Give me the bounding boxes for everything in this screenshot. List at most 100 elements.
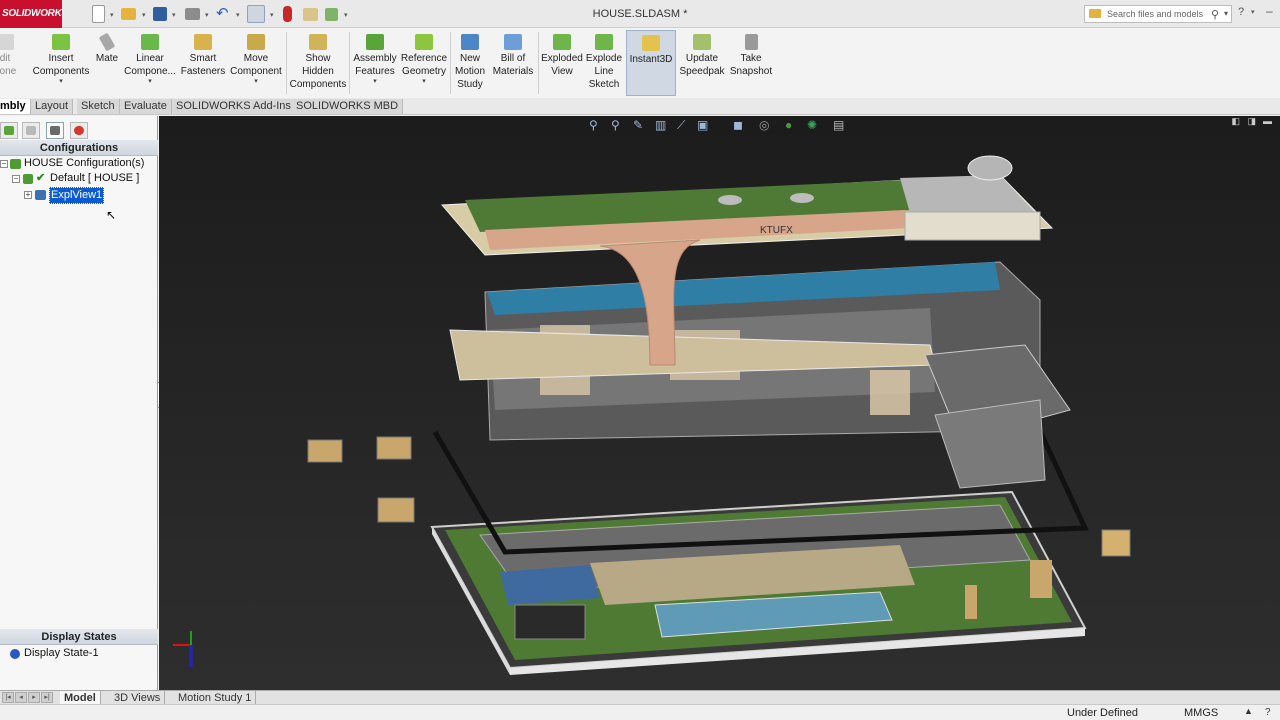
show-hidden-label: Show Hidden Components (289, 53, 347, 90)
open-dropdown-icon[interactable]: ▾ (142, 11, 146, 19)
undo-dropdown-icon[interactable]: ▾ (236, 11, 240, 19)
status-bar: Under Defined MMGS ▲ ? (0, 704, 1280, 720)
options-icon[interactable] (325, 8, 338, 21)
new-motion-study-label: New Motion Study (454, 53, 485, 90)
select-arrow-icon[interactable] (247, 5, 265, 23)
save-dropdown-icon[interactable]: ▾ (172, 11, 176, 19)
assembly-features-button[interactable]: Assembly Features ▾ (351, 30, 399, 96)
save-icon[interactable] (153, 7, 167, 21)
options-dropdown-icon[interactable]: ▾ (344, 11, 348, 19)
solidworks-window: SOLIDWORKS ▾ ▾ ▾ ▾ ↶ ▾ ▾ ▾ HOUSE.SLDASM … (0, 0, 1280, 720)
first-tab-icon[interactable]: |◂ (2, 692, 14, 703)
mate-label: Mate (95, 53, 119, 64)
instant3d-icon (642, 35, 660, 51)
help-icon[interactable]: ? (1238, 6, 1244, 18)
print-dropdown-icon[interactable]: ▾ (205, 11, 209, 19)
title-bar: SOLIDWORKS ▾ ▾ ▾ ▾ ↶ ▾ ▾ ▾ HOUSE.SLDASM … (0, 0, 1280, 28)
ribbon-separator (538, 32, 539, 94)
display-manager-tab[interactable] (70, 122, 88, 139)
bill-of-materials-button[interactable]: Bill of Materials (490, 30, 536, 96)
minimize-icon[interactable]: – (1266, 4, 1273, 18)
take-snapshot-button[interactable]: Take Snapshot (728, 30, 774, 96)
insert-components-label: Insert Components (32, 53, 90, 77)
print-icon[interactable] (185, 8, 200, 20)
ribbon-separator (349, 32, 350, 94)
expand-icon[interactable]: + (24, 191, 32, 199)
model-tabs-bar: |◂ ◂ ▸ ▸| Model 3D Views Motion Study 1 (0, 690, 1280, 705)
configuration-manager-tab[interactable] (46, 122, 64, 139)
insert-components-caret[interactable]: ▾ (30, 78, 92, 86)
linear-component-pattern-button[interactable]: Linear Compone... ▾ (124, 30, 176, 96)
configurations-header: Configurations (0, 140, 158, 156)
pergola-table-shape (514, 604, 586, 640)
rebuild-icon[interactable] (283, 6, 292, 22)
assembly-features-caret[interactable]: ▾ (351, 78, 399, 86)
move-component-button[interactable]: Move Component ▾ (228, 30, 284, 96)
instant3d-button[interactable]: Instant3D (626, 30, 676, 96)
tab-sketch[interactable]: Sketch (77, 99, 120, 114)
help-dropdown-icon[interactable]: ▾ (1251, 8, 1255, 16)
linear-component-caret[interactable]: ▾ (124, 78, 176, 86)
reference-geometry-caret[interactable]: ▾ (400, 78, 448, 86)
open-folder-icon[interactable] (121, 8, 136, 20)
slab-block-shape (1030, 560, 1052, 598)
roof-deck-box (904, 211, 1041, 241)
tab-solidworks-add-ins[interactable]: SOLIDWORKS Add-Ins (172, 99, 296, 114)
graphics-area[interactable]: ⚲ ⚲ ✎ ▥ ⟋ ▣ ◼ ◎ ● ✺ ▤ ◧ ◨ ▬ KTUFX (159, 116, 1280, 690)
show-hidden-icon (309, 34, 327, 50)
exploded-view-label: Exploded View (541, 53, 583, 77)
smart-fasteners-label: Smart Fasteners (180, 53, 226, 77)
search-icon[interactable]: ⚲ (1211, 7, 1219, 23)
feature-manager-tab[interactable] (0, 122, 18, 139)
mate-button[interactable]: Mate (92, 30, 122, 96)
file-properties-icon[interactable] (303, 8, 318, 21)
axis-triad-icon (173, 631, 193, 667)
search-dropdown-icon[interactable]: ▾ (1224, 6, 1228, 22)
select-dropdown-icon[interactable]: ▾ (270, 11, 274, 19)
edit-component-button[interactable]: dit ponent (0, 30, 16, 96)
unit-menu-icon[interactable]: ▲ (1244, 706, 1253, 716)
bill-of-materials-label: Bill of Materials (492, 53, 534, 77)
last-tab-icon[interactable]: ▸| (41, 692, 53, 703)
move-component-icon (247, 34, 265, 50)
exploded-view-button[interactable]: Exploded View (540, 30, 584, 96)
insert-components-button[interactable]: Insert Components ▾ (30, 30, 92, 96)
reference-geometry-icon (415, 34, 433, 50)
property-manager-tab[interactable] (22, 122, 40, 139)
status-help-icon[interactable]: ? (1265, 707, 1271, 718)
house-exploded-model[interactable]: KTUFX (159, 116, 1280, 690)
pergola-roof-shape (500, 565, 600, 605)
feature-tree-icon (4, 126, 14, 135)
tab-layout[interactable]: Layout (31, 99, 74, 114)
prev-tab-icon[interactable]: ◂ (15, 692, 27, 703)
new-motion-study-button[interactable]: New Motion Study (452, 30, 488, 96)
manager-tabs (0, 120, 158, 142)
tab-motion-study-1[interactable]: Motion Study 1 (174, 691, 257, 705)
update-speedpak-button[interactable]: Update Speedpak (678, 30, 726, 96)
reference-geometry-button[interactable]: Reference Geometry ▾ (400, 30, 448, 96)
display-state-label: Display State-1 (24, 647, 99, 659)
next-tab-icon[interactable]: ▸ (28, 692, 40, 703)
explode-line-sketch-button[interactable]: Explode Line Sketch (585, 30, 623, 96)
smart-fasteners-button[interactable]: Smart Fasteners (178, 30, 228, 96)
search-input[interactable]: Search files and models ⚲ ▾ (1084, 5, 1232, 23)
ribbon-separator (286, 32, 287, 94)
tab-3d-views[interactable]: 3D Views (110, 691, 166, 705)
tab-solidworks-mbd[interactable]: SOLIDWORKS MBD (292, 99, 404, 114)
assembly-icon (10, 159, 21, 169)
new-dropdown-icon[interactable]: ▾ (110, 11, 114, 19)
tree-explview-label: ExplView1 (49, 187, 105, 204)
tab-model[interactable]: Model (60, 691, 101, 705)
window-panel-3 (870, 370, 910, 415)
take-snapshot-icon (744, 34, 758, 50)
undo-icon[interactable]: ↶ (216, 4, 229, 22)
new-document-icon[interactable] (92, 5, 105, 23)
collapse-icon[interactable]: − (12, 175, 20, 183)
collapse-icon[interactable]: − (0, 160, 8, 168)
active-check-icon: ✔ (36, 172, 46, 184)
tab-evaluate[interactable]: Evaluate (120, 99, 172, 114)
tab-assembly[interactable]: mbly (0, 99, 31, 114)
unit-system[interactable]: MMGS (1184, 707, 1218, 719)
show-hidden-components-button[interactable]: Show Hidden Components (288, 30, 348, 96)
move-component-caret[interactable]: ▾ (228, 78, 284, 86)
